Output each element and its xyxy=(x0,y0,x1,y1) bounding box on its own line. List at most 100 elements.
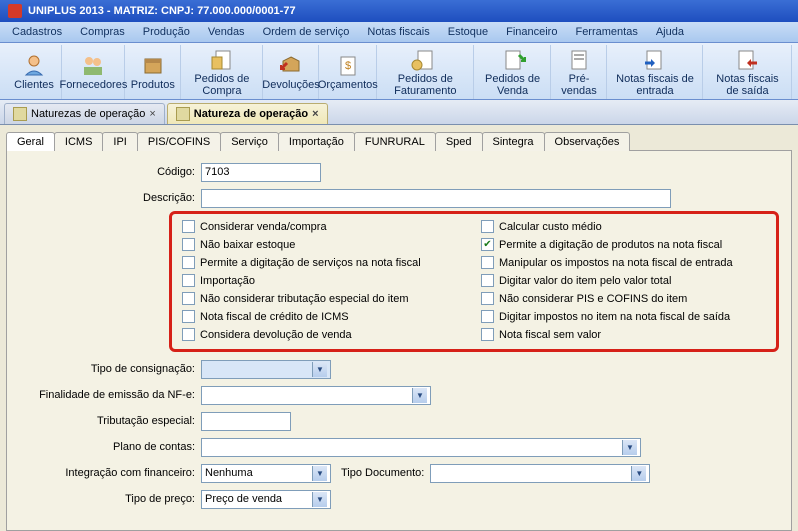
checkbox-label: Calcular custo médio xyxy=(499,221,602,233)
tab-panel-geral: Código: Descrição: Considerar venda/comp… xyxy=(6,151,792,531)
close-icon[interactable]: × xyxy=(312,108,318,120)
checkbox-manipular-os-impostos-na-nota-[interactable]: Manipular os impostos na nota fiscal de … xyxy=(481,256,766,269)
checkbox-nota-fiscal-de-cr-dito-de-icms[interactable]: Nota fiscal de crédito de ICMS xyxy=(182,310,467,323)
close-icon[interactable]: × xyxy=(149,108,155,120)
toolbar-label: Pedidos de Faturamento xyxy=(386,73,466,97)
checkbox-label: Nota fiscal de crédito de ICMS xyxy=(200,311,349,323)
toolbar-notas-fiscais-de-entrada[interactable]: Notas fiscais de entrada xyxy=(607,45,703,99)
toolbar-icon xyxy=(208,47,236,71)
document-icon xyxy=(13,107,27,121)
checkbox-considerar-venda-compra[interactable]: Considerar venda/compra xyxy=(182,220,467,233)
checkbox-permite-a-digita-o-de-produtos[interactable]: ✔Permite a digitação de produtos na nota… xyxy=(481,238,766,251)
menu-estoque[interactable]: Estoque xyxy=(440,24,496,40)
tipo-consignacao-select[interactable]: ▼ xyxy=(201,360,331,379)
menu-ajuda[interactable]: Ajuda xyxy=(648,24,692,40)
tipo-doc-select[interactable]: ▼ xyxy=(430,464,650,483)
menu-ferramentas[interactable]: Ferramentas xyxy=(567,24,645,40)
toolbar-icon xyxy=(411,47,439,71)
toolbar-label: Produtos xyxy=(131,79,175,91)
tab-serviço[interactable]: Serviço xyxy=(220,132,279,151)
toolbar-devoluções[interactable]: Devoluções xyxy=(263,45,319,99)
toolbar-icon: $ xyxy=(334,53,362,77)
finalidade-select[interactable]: ▼ xyxy=(201,386,431,405)
tab-importação[interactable]: Importação xyxy=(278,132,355,151)
checkbox-n-o-baixar-estoque[interactable]: Não baixar estoque xyxy=(182,238,467,251)
tributacao-input[interactable] xyxy=(201,412,291,431)
checkbox-digitar-valor-do-item-pelo-val[interactable]: Digitar valor do item pelo valor total xyxy=(481,274,766,287)
menu-ordem de serviço[interactable]: Ordem de serviço xyxy=(255,24,358,40)
checkbox-calcular-custo-m-dio[interactable]: Calcular custo médio xyxy=(481,220,766,233)
doctab-label: Natureza de operação xyxy=(194,108,308,120)
toolbar: ClientesFornecedores Produtos Pedidos de C… xyxy=(0,43,798,100)
menu-financeiro[interactable]: Financeiro xyxy=(498,24,565,40)
toolbar-notas-fiscais-de-saída[interactable]: Notas fiscais de saída xyxy=(703,45,792,99)
menu-cadastros[interactable]: Cadastros xyxy=(4,24,70,40)
finalidade-label: Finalidade de emissão da NF-e: xyxy=(21,389,201,401)
checkbox-box xyxy=(182,256,195,269)
checkbox-nota-fiscal-sem-valor[interactable]: Nota fiscal sem valor xyxy=(481,328,766,341)
app-icon xyxy=(8,4,22,18)
toolbar-clientes[interactable]: Clientes xyxy=(6,45,62,99)
toolbar-pedidos-de-venda[interactable]: Pedidos de Venda xyxy=(474,45,551,99)
doctab-natureza-de-operação[interactable]: Natureza de operação × xyxy=(167,103,328,124)
checkbox-label: Não considerar PIS e COFINS do item xyxy=(499,293,687,305)
checkbox-n-o-considerar-pis-e-cofins-do[interactable]: Não considerar PIS e COFINS do item xyxy=(481,292,766,305)
toolbar-icon xyxy=(277,53,305,77)
chevron-down-icon: ▼ xyxy=(631,466,646,481)
tab-pis-cofins[interactable]: PIS/COFINS xyxy=(137,132,221,151)
toolbar-fornecedores[interactable]: Fornecedores xyxy=(62,45,125,99)
tab-icms[interactable]: ICMS xyxy=(54,132,104,151)
tributacao-label: Tributação especial: xyxy=(21,415,201,427)
checkbox-n-o-considerar-tributa-o-espec[interactable]: Não considerar tributação especial do it… xyxy=(182,292,467,305)
checkbox-label: Permite a digitação de produtos na nota … xyxy=(499,239,722,251)
tab-sintegra[interactable]: Sintegra xyxy=(482,132,545,151)
tab-ipi[interactable]: IPI xyxy=(102,132,137,151)
tab-geral[interactable]: Geral xyxy=(6,132,55,151)
toolbar-pedidos-de-compra[interactable]: Pedidos de Compra xyxy=(181,45,263,99)
doctab-naturezas-de-operação[interactable]: Naturezas de operação × xyxy=(4,103,165,124)
checkbox-label: Digitar impostos no item na nota fiscal … xyxy=(499,311,730,323)
chevron-down-icon: ▼ xyxy=(622,440,637,455)
content-area: GeralICMSIPIPIS/COFINSServiçoImportaçãoF… xyxy=(0,125,798,531)
descricao-input[interactable] xyxy=(201,189,671,208)
plano-select[interactable]: ▼ xyxy=(201,438,641,457)
checkbox-permite-a-digita-o-de-servi-os[interactable]: Permite a digitação de serviços na nota … xyxy=(182,256,467,269)
checkbox-digitar-impostos-no-item-na-no[interactable]: Digitar impostos no item na nota fiscal … xyxy=(481,310,766,323)
tab-sped[interactable]: Sped xyxy=(435,132,483,151)
toolbar-icon xyxy=(79,53,107,77)
integracao-value: Nenhuma xyxy=(205,467,253,479)
checkbox-importa-o[interactable]: Importação xyxy=(182,274,467,287)
codigo-input[interactable] xyxy=(201,163,321,182)
chevron-down-icon: ▼ xyxy=(312,362,327,377)
integracao-select[interactable]: Nenhuma ▼ xyxy=(201,464,331,483)
toolbar-produtos[interactable]: Produtos xyxy=(125,45,181,99)
menubar: CadastrosComprasProduçãoVendasOrdem de s… xyxy=(0,22,798,43)
toolbar-pedidos-de-faturamento[interactable]: Pedidos de Faturamento xyxy=(377,45,475,99)
toolbar-label: Devoluções xyxy=(262,79,319,91)
checkbox-box xyxy=(481,292,494,305)
toolbar-label: Notas fiscais de saída xyxy=(712,73,783,97)
toolbar-label: Notas fiscais de entrada xyxy=(616,73,694,97)
menu-notas fiscais[interactable]: Notas fiscais xyxy=(359,24,437,40)
tab-funrural[interactable]: FUNRURAL xyxy=(354,132,436,151)
document-tabs: Naturezas de operação ×Natureza de opera… xyxy=(0,100,798,125)
checkbox-label: Considerar venda/compra xyxy=(200,221,327,233)
tipo-consignacao-label: Tipo de consignação: xyxy=(21,363,201,375)
checkbox-label: Considera devolução de venda xyxy=(200,329,352,341)
checkbox-box xyxy=(182,238,195,251)
checkbox-label: Permite a digitação de serviços na nota … xyxy=(200,257,421,269)
checkbox-label: Não considerar tributação especial do it… xyxy=(200,293,409,305)
checkbox-considera-devolu-o-de-venda[interactable]: Considera devolução de venda xyxy=(182,328,467,341)
checkbox-box xyxy=(182,274,195,287)
menu-vendas[interactable]: Vendas xyxy=(200,24,253,40)
menu-compras[interactable]: Compras xyxy=(72,24,133,40)
options-highlight-box: Considerar venda/compra Calcular custo mé… xyxy=(169,211,779,352)
toolbar-label: Orçamentos xyxy=(318,79,378,91)
toolbar-orçamentos[interactable]: $ Orçamentos xyxy=(319,45,377,99)
checkbox-label: Nota fiscal sem valor xyxy=(499,329,601,341)
menu-produção[interactable]: Produção xyxy=(135,24,198,40)
toolbar-pré-vendas[interactable]: Pré-vendas xyxy=(551,45,607,99)
tipo-preco-select[interactable]: Preço de venda ▼ xyxy=(201,490,331,509)
descricao-label: Descrição: xyxy=(21,192,201,204)
tab-observações[interactable]: Observações xyxy=(544,132,631,151)
